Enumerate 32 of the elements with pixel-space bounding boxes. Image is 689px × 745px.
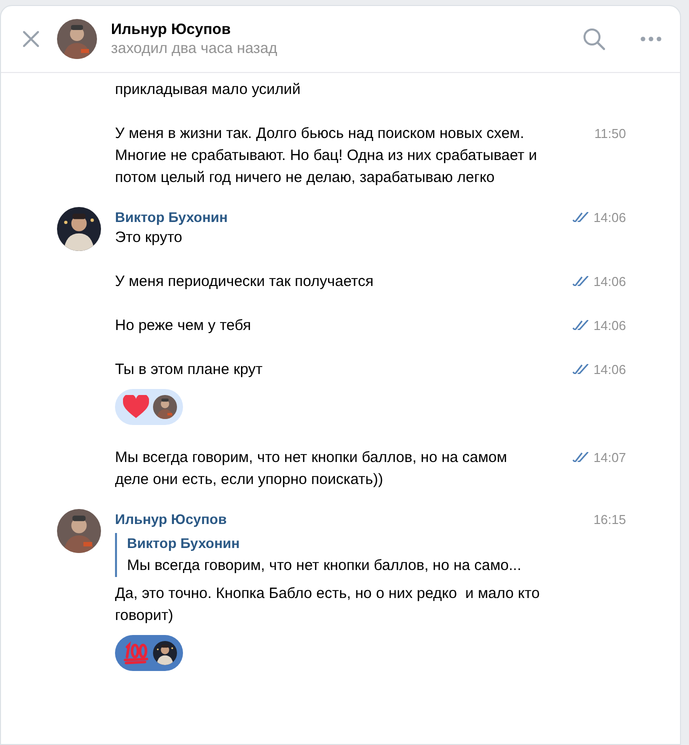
- message-time: 11:50: [594, 126, 626, 140]
- double-check-icon: [572, 276, 590, 286]
- reaction-button[interactable]: [115, 635, 183, 671]
- message-text: Ты в этом плане крут: [115, 360, 264, 380]
- message-text: Это круто: [115, 228, 184, 248]
- double-check-icon: [572, 212, 590, 222]
- double-check-icon: [572, 364, 590, 374]
- double-check-icon: [572, 320, 590, 330]
- message-text: У меня в жизни так. Долго бьюсь над поиском новых схем. Многие не срабатывают. Но бац! Одна из них срабатывает и потом целый год ничего не делаю, зарабатываю легко: [115, 124, 538, 188]
- reply-quote[interactable]: Виктор Бухонин Мы всегда говорим, что нет кнопки баллов, но на само...: [115, 533, 626, 577]
- message-time: 14:06: [593, 274, 626, 288]
- heart-icon: [123, 395, 149, 419]
- message-text: Мы всегда говорим, что нет кнопки баллов, но на самом деле они есть, если упорно поискать)): [115, 448, 508, 490]
- message-text: У меня периодически так получается: [115, 272, 375, 292]
- message-time: 16:15: [593, 512, 626, 526]
- double-check-icon: [572, 452, 590, 462]
- quoted-text: Мы всегда говорим, что нет кнопки баллов, но на само...: [127, 556, 522, 576]
- sender-name: Виктор Бухонин: [115, 208, 229, 227]
- more-icon[interactable]: [638, 34, 664, 44]
- message-time: 14:06: [593, 210, 626, 224]
- last-seen-status: заходил два часа назад: [111, 40, 278, 57]
- message-text: Но реже чем у тебя: [115, 316, 252, 336]
- sender-name: Ильнур Юсупов: [115, 510, 228, 529]
- message-time: 14:06: [593, 362, 626, 376]
- hundred-points-icon: [123, 641, 149, 665]
- quoted-sender-name: Виктор Бухонин: [127, 534, 241, 553]
- message-text: Да, это точно. Кнопка Бабло есть, но о них редко и мало кто говорит): [115, 584, 540, 626]
- reaction-button[interactable]: [115, 389, 183, 425]
- message-time: 14:06: [593, 318, 626, 332]
- message-time: 14:07: [593, 450, 626, 464]
- message-text: прикладывая мало усилий: [115, 80, 302, 100]
- contact-name: Ильнур Юсупов: [111, 21, 232, 38]
